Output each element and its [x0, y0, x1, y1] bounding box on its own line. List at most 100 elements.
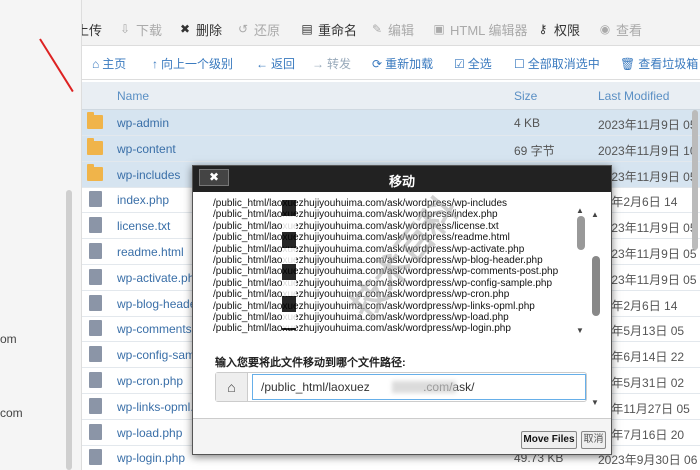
file-modified: 2023年11月9日 05	[598, 169, 697, 184]
home-icon: ⌂	[92, 56, 100, 71]
file-icon	[89, 217, 102, 234]
toolbar-download-button[interactable]: ⇩ 下载	[118, 20, 162, 38]
redacted-text	[392, 381, 456, 393]
left-scrollbar[interactable]	[66, 190, 72, 470]
deselect-all-icon: ☐	[514, 56, 525, 71]
html-editor-icon: ▣	[433, 22, 445, 36]
file-name[interactable]: wp-activate.php	[117, 271, 201, 285]
column-header-size[interactable]: Size	[514, 89, 537, 103]
nav-button-label: 主页	[102, 57, 127, 71]
file-icon	[89, 423, 102, 440]
scroll-down-icon[interactable]: ▼	[591, 398, 599, 407]
nav-button-label: 查看垃圾箱	[638, 57, 699, 71]
nav-button-label: 向上一个级别	[161, 57, 234, 71]
nav-forward-button[interactable]: → 转发	[312, 55, 351, 72]
scroll-thumb[interactable]	[577, 216, 585, 250]
file-name[interactable]: wp-admin	[117, 116, 169, 130]
close-icon[interactable]: ✖	[199, 169, 229, 186]
scroll-up-icon[interactable]: ▲	[591, 210, 599, 219]
file-name[interactable]: wp-includes	[117, 168, 180, 182]
nav-trash-button[interactable]: 🗑 查看垃圾箱	[620, 55, 698, 72]
nav-home-button[interactable]: ⌂ 主页	[92, 55, 126, 72]
destination-label: 输入您要将此文件移动到哪个文件路径:	[215, 357, 406, 369]
file-name[interactable]: wp-cron.php	[117, 374, 183, 388]
restore-icon: ↺	[237, 22, 249, 36]
grid-header: Name Size Last Modified	[82, 82, 700, 110]
scroll-down-icon[interactable]: ▼	[576, 326, 584, 335]
move-dialog: 移动 ✖ /public_html/laoxuezhujiyouhuima.co…	[192, 165, 612, 455]
table-row[interactable]: wp-content 69 字节 2023年11月9日 10	[82, 135, 700, 162]
column-header-modified[interactable]: Last Modified	[598, 89, 669, 103]
file-name[interactable]: readme.html	[117, 245, 184, 259]
nav-button-label: 转发	[327, 57, 352, 71]
file-icon	[89, 320, 102, 337]
path-line: /public_html/laoxuezhujiyouhuima.com/ask…	[213, 209, 498, 221]
back-icon: ←	[256, 56, 268, 71]
dialog-title: 移动	[388, 174, 415, 189]
toolbar-restore-button[interactable]: ↺ 还原	[236, 20, 280, 38]
file-icon	[89, 449, 102, 466]
scroll-up-icon[interactable]: ▲	[576, 206, 584, 215]
toolbar-button-label: 重命名	[318, 22, 358, 38]
html-file-icon	[89, 243, 102, 259]
path-line: /public_html/laoxuezhujiyouhuima.com/ask…	[213, 300, 535, 312]
path-line: /public_html/laoxuezhujiyouhuima.com/ask…	[213, 323, 511, 335]
redaction-pattern	[282, 200, 296, 330]
folder-icon	[87, 112, 103, 129]
nav-button-label: 全部取消选中	[527, 57, 600, 71]
nav-deselect-all-button[interactable]: ☐ 全部取消选中	[514, 55, 600, 72]
left-panel: om com	[0, 0, 82, 470]
main-toolbar: ✥移动⇧上传⇩下载✖删除↺还原▤重命名✎编辑▣HTML 编辑器⚷权限◉查看	[0, 0, 700, 46]
file-name[interactable]: wp-content	[117, 142, 176, 156]
dialog-header: 移动 ✖	[193, 166, 611, 192]
view-icon: ◉	[599, 22, 611, 36]
path-line: /public_html/laoxuezhujiyouhuima.com/ask…	[213, 232, 510, 244]
forward-icon: →	[312, 56, 324, 71]
file-name[interactable]: index.php	[117, 193, 169, 207]
nav-up-level-button[interactable]: ↑ 向上一个级别	[152, 55, 233, 72]
file-icon	[89, 397, 102, 414]
move-files-button[interactable]: Move Files	[521, 431, 577, 449]
toolbar-permissions-button[interactable]: ⚷ 权限	[536, 20, 580, 38]
scroll-thumb[interactable]	[592, 256, 600, 316]
folder-icon	[87, 163, 103, 181]
toolbar-button-label: 删除	[196, 22, 223, 38]
nav-select-all-button[interactable]: ☑ 全选	[454, 55, 492, 72]
table-row[interactable]: wp-admin 4 KB 2023年11月9日 05	[82, 110, 700, 136]
dialog-scrollbar[interactable]: ▲ ▼	[591, 198, 601, 408]
nav-reload-button[interactable]: ⟳ 重新加载	[372, 55, 433, 72]
toolbar-view-button[interactable]: ◉ 查看	[598, 20, 642, 38]
file-name[interactable]: wp-load.php	[117, 426, 182, 440]
file-size: 4 KB	[514, 116, 541, 130]
dialog-footer: Move Files 取消	[193, 418, 611, 454]
file-name[interactable]: license.txt	[117, 219, 170, 233]
file-icon	[89, 268, 102, 285]
select-all-icon: ☑	[454, 56, 465, 71]
toolbar-button-label: 下载	[136, 22, 163, 38]
toolbar-edit-button[interactable]: ✎ 编辑	[370, 20, 414, 38]
column-header-name[interactable]: Name	[117, 89, 149, 103]
path-line: /public_html/laoxuezhujiyouhuima.com/ask…	[213, 312, 509, 324]
nav-back-button[interactable]: ← 返回	[256, 55, 295, 72]
grid-scrollbar[interactable]	[692, 110, 698, 250]
file-modified: 2023年11月9日 05	[598, 221, 697, 236]
delete-icon: ✖	[179, 22, 191, 36]
cancel-button[interactable]: 取消	[581, 431, 606, 449]
file-icon	[89, 372, 102, 388]
path-line: /public_html/laoxuezhujiyouhuima.com/ask…	[213, 266, 559, 278]
paths-scrollbar[interactable]: ▲ ▼	[576, 206, 586, 338]
permissions-icon: ⚷	[538, 22, 548, 36]
toolbar-delete-button[interactable]: ✖ 删除	[178, 20, 222, 38]
file-name[interactable]: wp-login.php	[117, 451, 185, 465]
folder-icon	[87, 137, 103, 155]
file-modified: 2023年9月30日 06	[598, 453, 698, 468]
file-modified: 2023年11月9日 05	[598, 118, 697, 132]
toolbar-button-label: 编辑	[388, 22, 415, 38]
destination-input-group: ⌂	[215, 372, 587, 402]
home-icon[interactable]: ⌂	[216, 373, 248, 401]
path-line: /public_html/laoxuezhujiyouhuima.com/ask…	[213, 220, 499, 232]
toolbar-rename-button[interactable]: ▤ 重命名	[300, 20, 357, 38]
toolbar-html-editor-button[interactable]: ▣ HTML 编辑器	[432, 20, 528, 38]
left-text-fragment: om	[0, 332, 17, 346]
toolbar-button-label: HTML 编辑器	[450, 22, 528, 38]
